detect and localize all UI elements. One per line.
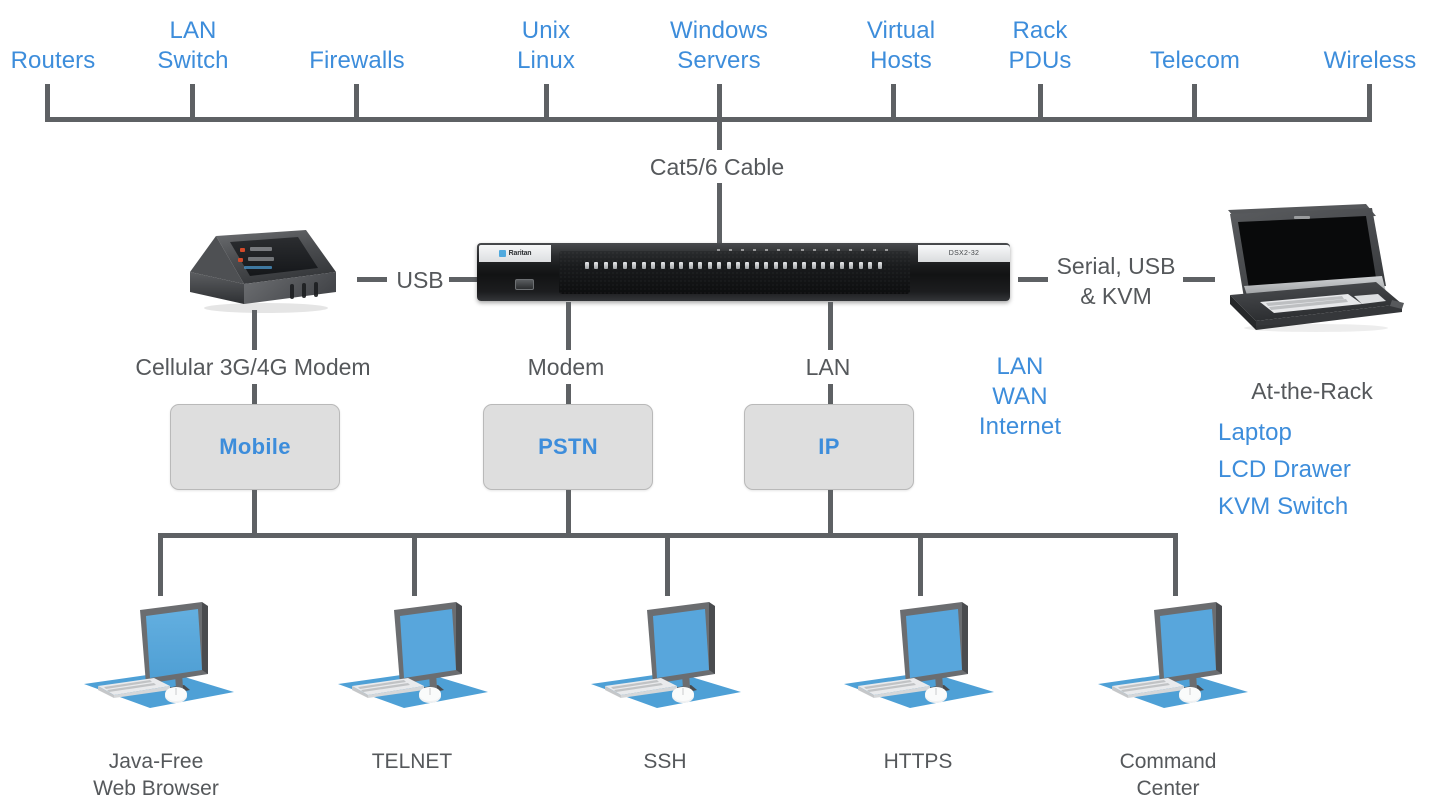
network-diagram-canvas: Routers LAN Switch Firewalls Unix Linux …: [0, 0, 1438, 809]
appliance-brand-badge: Raritan: [479, 245, 551, 262]
top-label-wireless: Wireless: [1323, 47, 1417, 74]
ip-uplink-label: LAN: [805, 354, 851, 380]
network-box-ip[interactable]: IP: [744, 404, 914, 490]
top-tick-rack-pdus: [1038, 84, 1043, 120]
ip-to-bus-line: [828, 490, 833, 533]
top-label-windows-servers: Windows Servers: [669, 17, 769, 74]
modem-downlink-label: Cellular 3G/4G Modem: [135, 354, 371, 380]
client-label-https: HTTPS: [883, 750, 953, 773]
cellular-modem-icon: [178, 228, 350, 316]
appliance-vent-grille: [559, 251, 910, 294]
top-tick-virtual-hosts: [891, 84, 896, 120]
network-box-mobile[interactable]: Mobile: [170, 404, 340, 490]
client-leg-ssh: [665, 533, 670, 596]
kvm-link-label: Serial, USB & KVM: [1056, 253, 1176, 309]
appliance-model-text: DSX2-32: [948, 250, 980, 257]
modem-downlink-lower: [252, 384, 257, 404]
client-label-java-free-web-browser: Java-Free Web Browser: [93, 750, 219, 800]
top-label-unix-linux: Unix Linux: [517, 17, 575, 74]
top-tick-windows-servers: [717, 84, 722, 120]
lcd-drawer-heading: At-the-Rack: [1251, 378, 1373, 404]
top-bus-line: [45, 117, 1372, 122]
modem-downlink-upper: [252, 310, 257, 350]
appliance-brand-text: Raritan: [508, 250, 532, 257]
client-leg-telnet: [412, 533, 417, 596]
top-tick-firewalls: [354, 84, 359, 120]
network-box-pstn[interactable]: PSTN: [483, 404, 653, 490]
usb-link-label: USB: [396, 267, 444, 293]
usb-link-right-segment: [449, 277, 477, 282]
mobile-to-bus-line: [252, 490, 257, 533]
top-tick-routers: [45, 84, 50, 120]
top-label-telecom: Telecom: [1149, 47, 1241, 74]
network-box-ip-label: IP: [818, 434, 840, 459]
pstn-uplink-label: Modem: [527, 354, 605, 380]
trunk-line-lower: [717, 183, 722, 243]
computer-icon-https: [836, 596, 996, 726]
top-tick-telecom: [1192, 84, 1197, 120]
side-note-lan-wan-internet: LAN WAN Internet: [978, 353, 1062, 440]
top-tick-lan-switch: [190, 84, 195, 120]
lcd-item-kvm-switch: KVM Switch: [1218, 493, 1349, 520]
client-label-ssh: SSH: [643, 750, 687, 773]
lcd-item-lcd-drawer: LCD Drawer: [1218, 456, 1352, 483]
computer-icon-java-free-web-browser: [76, 596, 236, 726]
pstn-to-bus-line: [566, 490, 571, 533]
appliance-usb-port-icon: [515, 279, 534, 290]
client-leg-command-center: [1173, 533, 1178, 596]
computer-icon-command-center: [1090, 596, 1250, 726]
top-label-firewalls: Firewalls: [309, 47, 405, 74]
network-box-pstn-label: PSTN: [538, 434, 598, 459]
top-label-rack-pdus: Rack PDUs: [1008, 17, 1072, 74]
kvm-link-right-segment: [1183, 277, 1215, 282]
client-label-command-center: Command Center: [1119, 750, 1217, 800]
appliance-port-row: [585, 262, 882, 269]
network-box-mobile-label: Mobile: [219, 434, 291, 459]
computer-icon-telnet: [330, 596, 490, 726]
pstn-uplink-upper: [566, 302, 571, 350]
serial-console-appliance-icon: Raritan DSX2-32: [477, 243, 1010, 301]
pstn-uplink-lower: [566, 384, 571, 404]
appliance-model-badge: DSX2-32: [918, 245, 1010, 262]
computer-icon-ssh: [583, 596, 743, 726]
client-label-telnet: TELNET: [371, 750, 453, 773]
top-label-lan-switch: LAN Switch: [157, 17, 229, 74]
top-tick-wireless: [1367, 84, 1372, 120]
lcd-drawer-icon: Raritan: [1216, 200, 1406, 335]
client-leg-java-free-web-browser: [158, 533, 163, 596]
trunk-line-upper: [717, 120, 722, 150]
client-leg-https: [918, 533, 923, 596]
lcd-item-laptop: Laptop: [1218, 419, 1293, 446]
top-label-routers: Routers: [10, 47, 96, 74]
ip-uplink-lower: [828, 384, 833, 404]
ip-uplink-upper: [828, 302, 833, 350]
top-tick-unix-linux: [544, 84, 549, 120]
raritan-logo-icon: [498, 250, 506, 257]
top-label-virtual-hosts: Virtual Hosts: [866, 17, 936, 74]
trunk-label-cat56: Cat5/6 Cable: [649, 154, 785, 180]
